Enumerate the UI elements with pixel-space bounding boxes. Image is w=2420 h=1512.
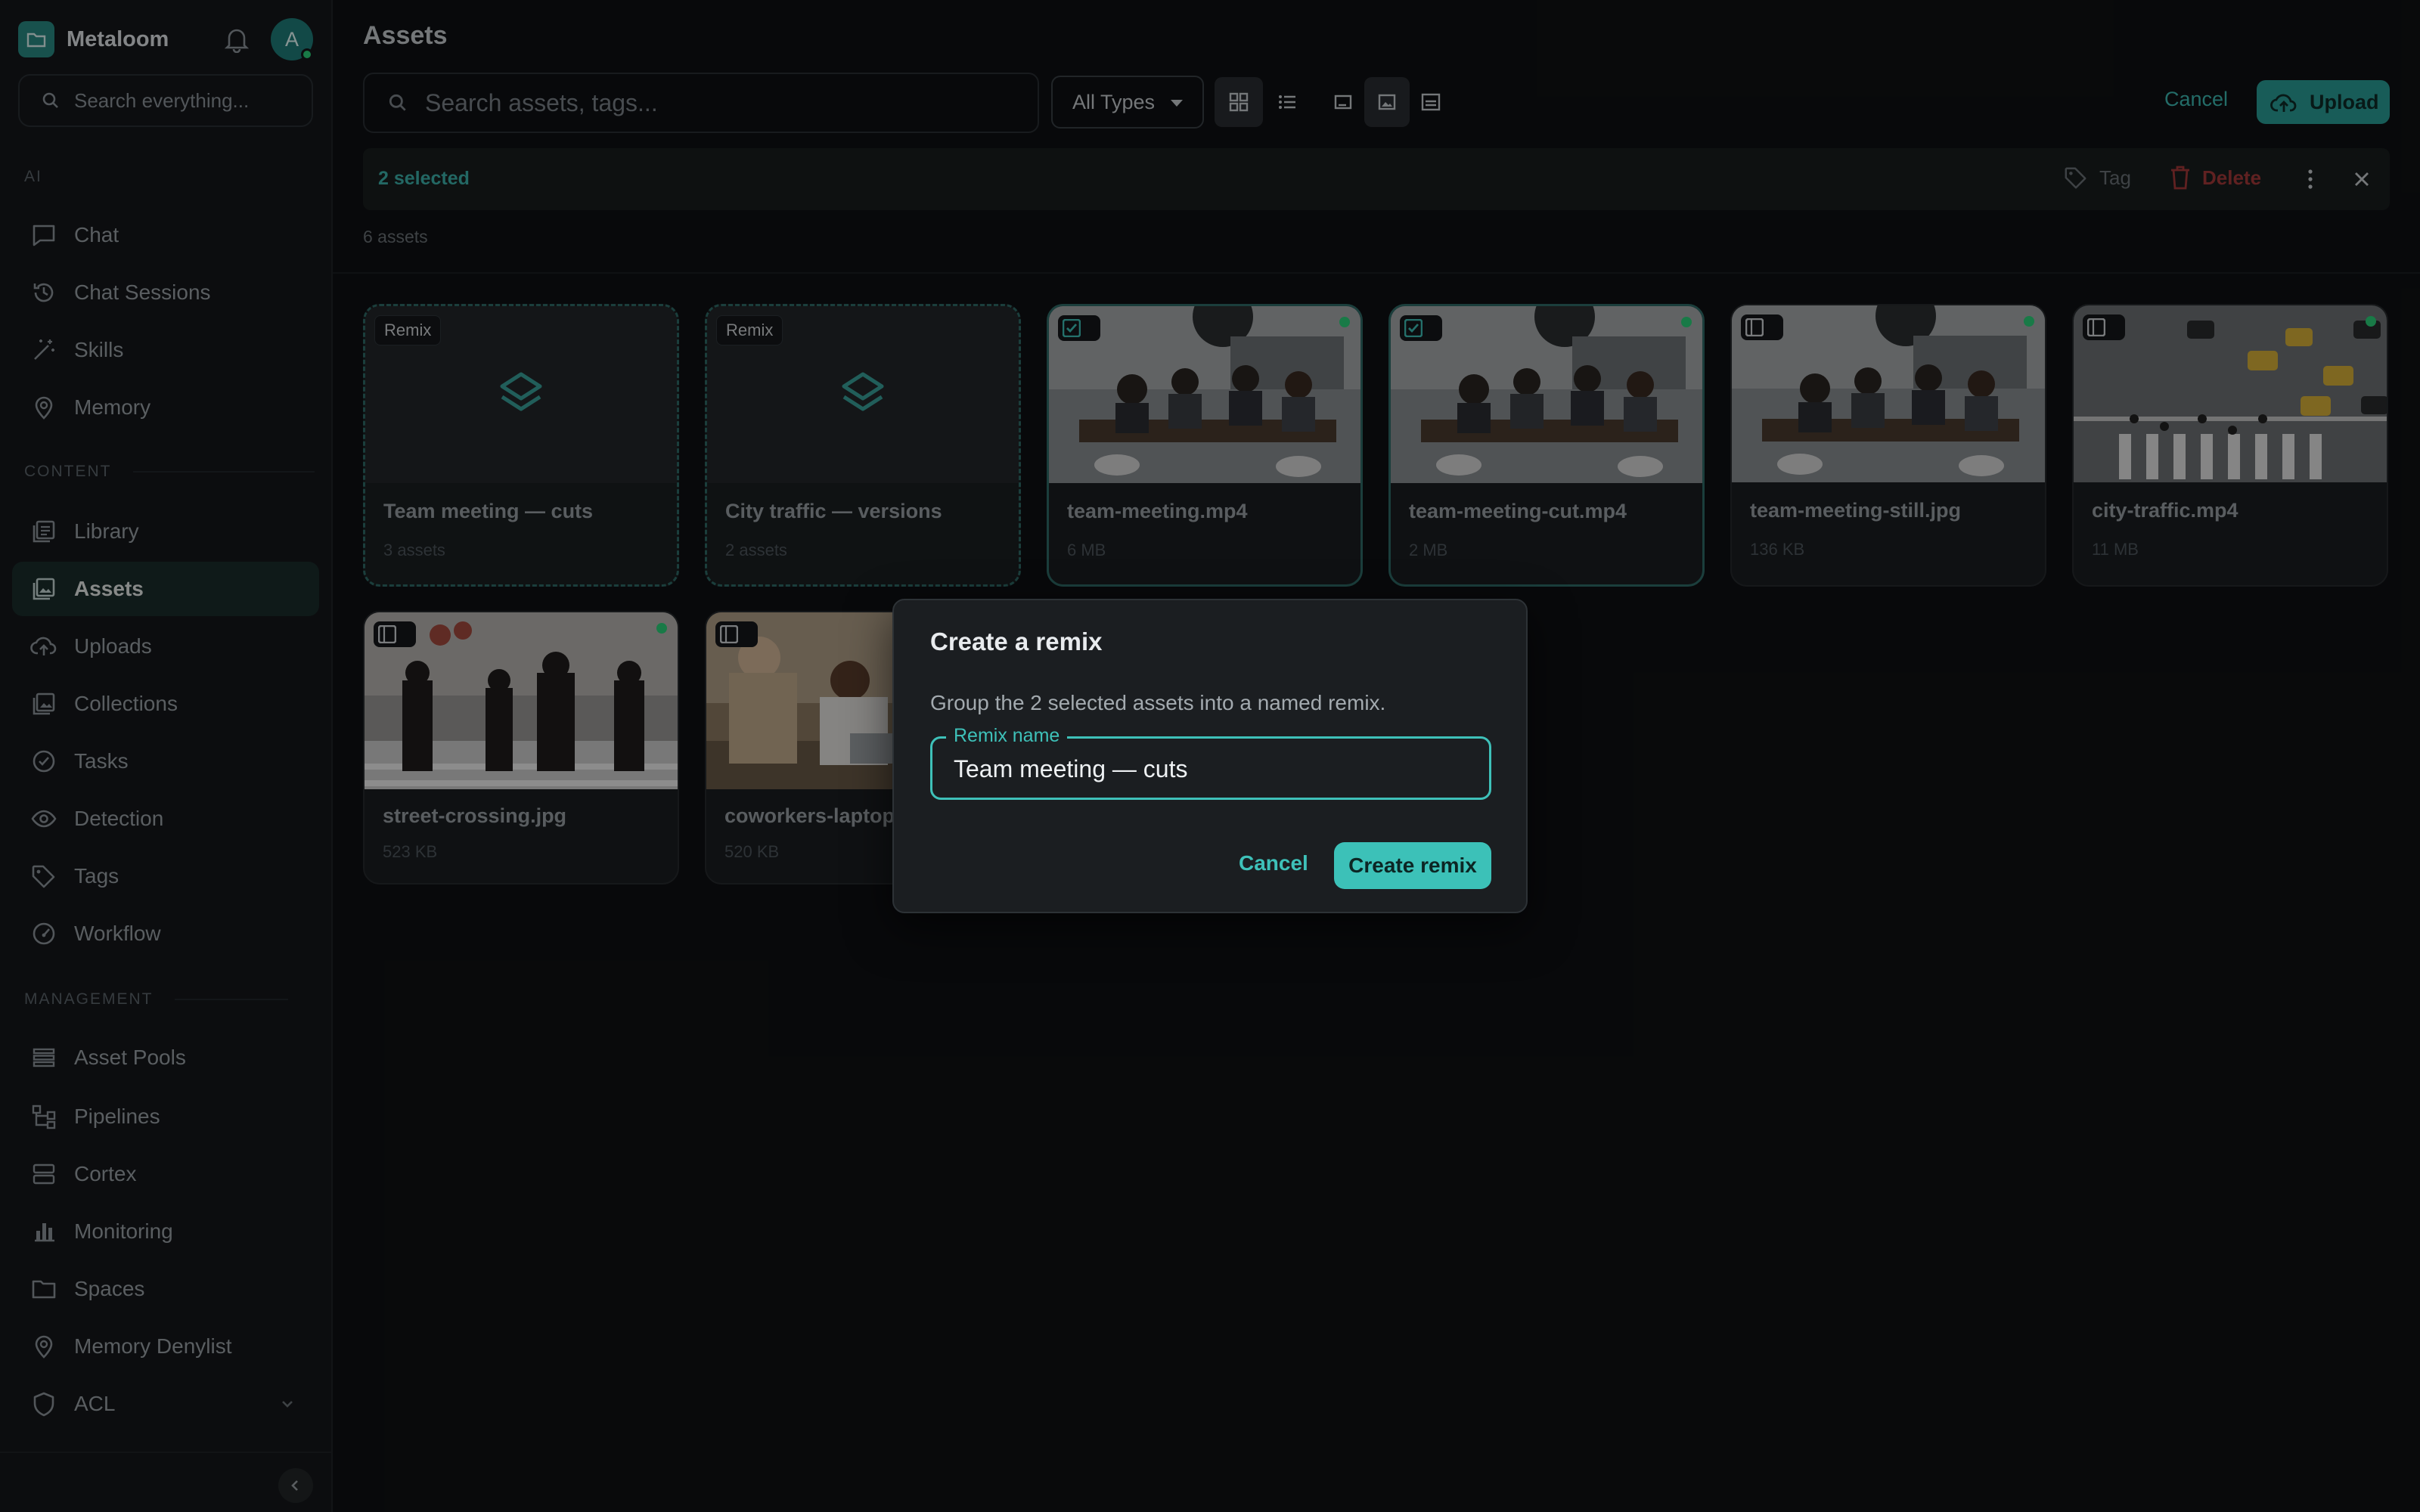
remix-name-field: Remix name <box>930 725 1491 800</box>
dialog-description: Group the 2 selected assets into a named… <box>930 691 1386 714</box>
dialog-cancel-button[interactable]: Cancel <box>1239 851 1308 875</box>
remix-name-label: Remix name <box>946 725 1068 747</box>
remix-name-input[interactable] <box>952 751 1466 787</box>
dialog-title: Create a remix <box>930 627 1103 655</box>
create-remix-button[interactable]: Create remix <box>1334 842 1491 889</box>
create-remix-dialog: Create a remix Group the 2 selected asse… <box>892 599 1528 913</box>
